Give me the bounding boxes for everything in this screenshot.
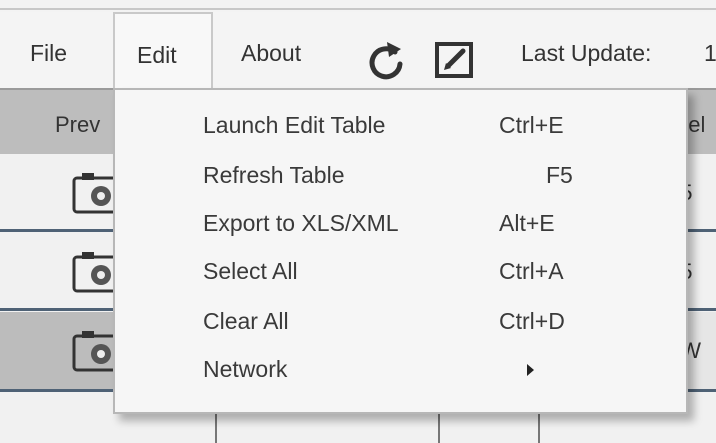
camera-icon xyxy=(72,252,118,293)
menu-item-shortcut: Ctrl+A xyxy=(499,258,564,284)
last-update-label: Last Update: xyxy=(521,40,652,66)
menu-item-label: Launch Edit Table xyxy=(203,112,386,138)
menu-item-shortcut: F5 xyxy=(546,162,573,188)
last-update-value: 1 xyxy=(704,40,716,66)
menu-item-label: Select All xyxy=(203,258,298,284)
menu-item-clear-all[interactable]: Clear All Ctrl+D xyxy=(115,300,686,343)
menu-item-refresh-table[interactable]: Refresh Table F5 xyxy=(115,154,686,197)
menu-item-launch-edit-table[interactable]: Launch Edit Table Ctrl+E xyxy=(115,104,686,147)
camera-icon xyxy=(72,173,118,214)
refresh-icon[interactable] xyxy=(366,38,408,82)
menu-item-label: Clear All xyxy=(203,308,289,334)
column-header-preview[interactable]: Prev xyxy=(55,90,100,160)
menu-item-shortcut: Ctrl+E xyxy=(499,112,564,138)
menu-item-shortcut: Alt+E xyxy=(499,210,555,236)
menu-item-label: Export to XLS/XML xyxy=(203,210,399,236)
edit-dropdown-menu: Launch Edit Table Ctrl+E Refresh Table F… xyxy=(113,88,688,414)
menu-about[interactable]: About xyxy=(241,12,301,88)
submenu-arrow-icon xyxy=(527,364,534,376)
menu-item-label: Refresh Table xyxy=(203,162,345,188)
window-top-border xyxy=(0,8,716,10)
edit-square-icon[interactable] xyxy=(432,38,476,82)
menu-item-select-all[interactable]: Select All Ctrl+A xyxy=(115,250,686,293)
menu-file[interactable]: File xyxy=(30,12,67,88)
camera-icon xyxy=(72,331,118,372)
menu-item-label: Network xyxy=(203,356,288,382)
menu-edit[interactable]: Edit xyxy=(113,12,213,88)
menu-item-export-xls-xml[interactable]: Export to XLS/XML Alt+E xyxy=(115,202,686,245)
menu-bar: File Edit About Last Update: 1 xyxy=(0,12,716,88)
menu-item-shortcut: Ctrl+D xyxy=(499,308,565,334)
menu-item-network[interactable]: Network xyxy=(115,348,686,391)
